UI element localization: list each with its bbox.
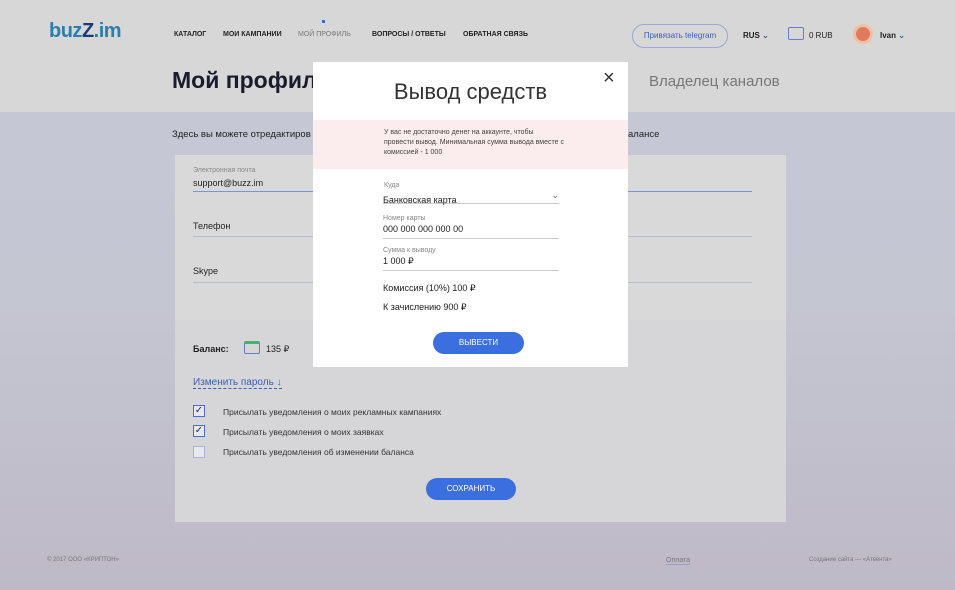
withdraw-button[interactable]: ВЫВЕСТИ bbox=[433, 332, 524, 354]
skype-field[interactable]: Skype bbox=[193, 266, 218, 276]
logo[interactable]: buzZ.im bbox=[49, 20, 122, 43]
nav-faq[interactable]: ВОПРОСЫ / ОТВЕТЫ bbox=[372, 31, 446, 38]
checkbox-label: Присылать уведомления о моих рекламных к… bbox=[223, 407, 442, 417]
withdraw-modal: × Вывод средств У вас не достаточно дене… bbox=[313, 62, 628, 367]
wallet-balance: 0 RUB bbox=[809, 31, 833, 40]
change-password-link[interactable]: Изменить пароль ↓ bbox=[193, 377, 282, 389]
balance-label: Баланс: bbox=[193, 344, 229, 354]
nav-profile[interactable]: МОЙ ПРОФИЛЬ bbox=[298, 31, 351, 38]
telegram-button[interactable]: Привязать telegram bbox=[632, 24, 728, 48]
copyright: © 2017 ООО «КРИПТОН» bbox=[47, 557, 119, 563]
error-alert: У вас не достаточно денег на аккаунте, ч… bbox=[313, 120, 628, 169]
chevron-down-icon: ⌄ bbox=[898, 31, 905, 40]
active-indicator bbox=[322, 20, 325, 23]
user-name: Ivan bbox=[880, 31, 897, 40]
tab-channel-owner[interactable]: Владелец каналов bbox=[649, 73, 780, 90]
where-value: Банковская карта bbox=[383, 195, 457, 205]
email-field[interactable]: support@buzz.im bbox=[193, 178, 263, 188]
nav-campaigns[interactable]: МОИ КАМПАНИИ bbox=[223, 31, 282, 38]
avatar[interactable] bbox=[853, 24, 873, 44]
card-number-input[interactable]: 000 000 000 000 00 bbox=[383, 224, 559, 239]
credit-text: К зачислению 900 ₽ bbox=[383, 302, 467, 312]
payment-link[interactable]: Оплата bbox=[666, 557, 691, 565]
language-value: RUS bbox=[743, 31, 760, 40]
modal-title: Вывод средств bbox=[393, 79, 548, 104]
wallet-icon bbox=[788, 27, 804, 40]
checkbox-balance[interactable] bbox=[193, 446, 205, 458]
chevron-down-icon: ⌄ bbox=[762, 31, 769, 40]
checkbox-label: Присылать уведомления об изменении балан… bbox=[223, 447, 414, 457]
user-menu[interactable]: Ivan ⌄ bbox=[880, 31, 905, 40]
intro-text-tail: алансе bbox=[628, 129, 660, 140]
wallet-icon bbox=[244, 341, 260, 354]
checkbox-requests[interactable]: ✓ bbox=[193, 425, 205, 437]
email-label: Электронная почта bbox=[193, 167, 256, 174]
nav-feedback[interactable]: ОБРАТНАЯ СВЯЗЬ bbox=[463, 31, 528, 38]
intro-text: Здесь вы можете отредактиров bbox=[172, 129, 311, 140]
language-select[interactable]: RUS ⌄ bbox=[743, 31, 769, 40]
credits-link[interactable]: Создание сайта — «Атвента» bbox=[809, 557, 892, 563]
balance-value: 135 ₽ bbox=[266, 344, 290, 354]
where-select[interactable]: Банковская карта ⌄ bbox=[383, 190, 559, 205]
commission-text: Комиссия (10%) 100 ₽ bbox=[383, 283, 476, 293]
phone-field[interactable]: Телефон bbox=[193, 221, 230, 231]
checkbox-campaigns[interactable]: ✓ bbox=[193, 405, 205, 417]
save-button[interactable]: СОХРАНИТЬ bbox=[426, 478, 516, 500]
alert-text: У вас не достаточно денег на аккаунте, ч… bbox=[384, 129, 564, 156]
where-label: Куда bbox=[384, 182, 400, 189]
amount-label: Сумма к выводу bbox=[383, 247, 436, 254]
checkbox-label: Присылать уведомления о моих заявках bbox=[223, 427, 384, 437]
page-title: Мой профиль bbox=[172, 67, 331, 93]
chevron-down-icon: ⌄ bbox=[551, 190, 559, 200]
card-label: Номер карты bbox=[383, 215, 426, 222]
nav-catalog[interactable]: КАТАЛОГ bbox=[174, 31, 206, 38]
amount-input[interactable]: 1 000 ₽ bbox=[383, 256, 559, 271]
